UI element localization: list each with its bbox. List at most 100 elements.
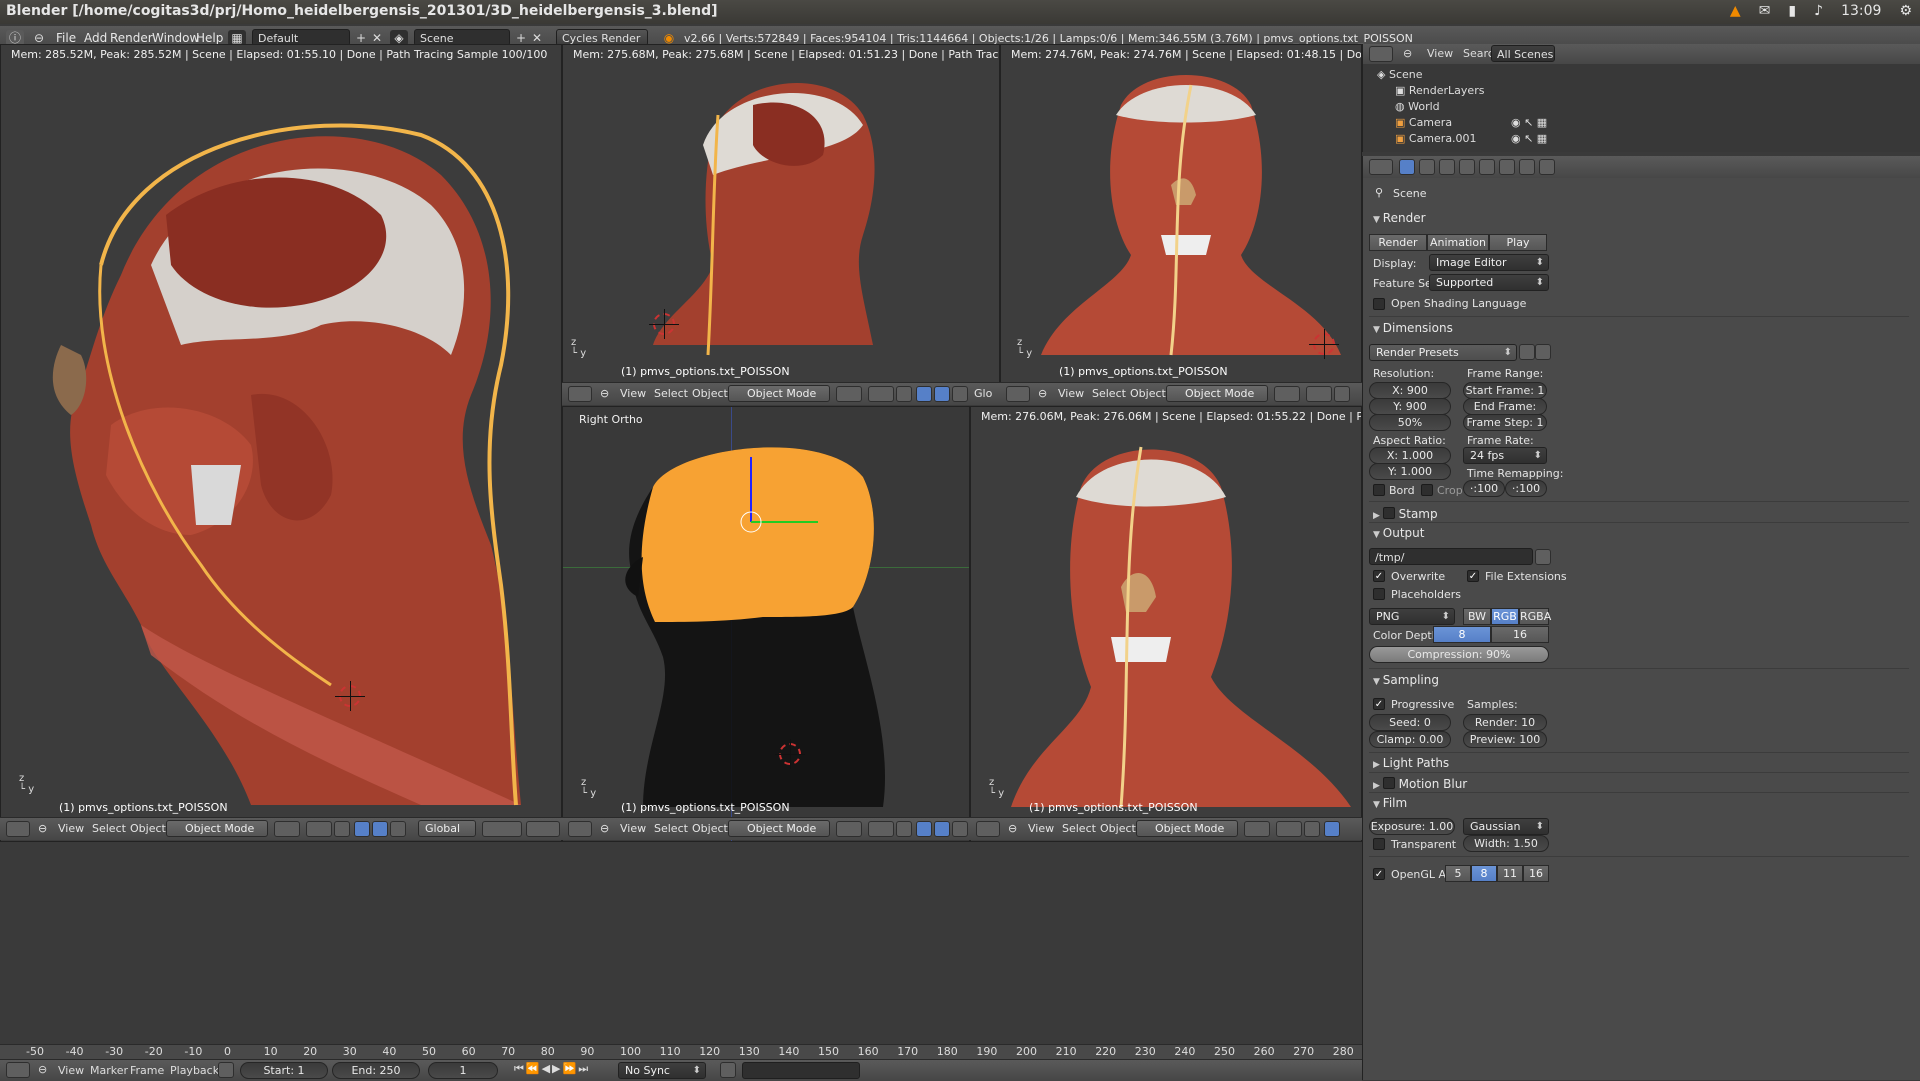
manipulator-toggle-icon[interactable] xyxy=(334,821,350,837)
timeline-menu-playback[interactable]: Playback xyxy=(170,1064,219,1077)
resolution-x-field[interactable]: X: 900 xyxy=(1369,382,1451,399)
output-path-field[interactable]: /tmp/ xyxy=(1369,548,1533,565)
menu-render[interactable]: Render xyxy=(110,31,153,45)
viewport-top-right[interactable]: Mem: 274.76M, Peak: 274.76M | Scene | El… xyxy=(1000,44,1362,384)
panel-sampling-header[interactable]: Sampling xyxy=(1373,673,1439,687)
translate-manipulator-icon[interactable] xyxy=(916,386,932,402)
3d-cursor[interactable] xyxy=(1309,329,1339,359)
menu-view[interactable]: View xyxy=(1058,387,1084,400)
collapse-icon[interactable]: ⊖ xyxy=(1403,47,1412,60)
outliner-item-camera[interactable]: ▣ Camera xyxy=(1395,116,1452,129)
viewport-shading-icon[interactable] xyxy=(1274,386,1300,402)
pivot-point-icon[interactable] xyxy=(306,821,332,837)
placeholders-checkbox[interactable] xyxy=(1373,588,1385,600)
border-checkbox[interactable] xyxy=(1373,484,1385,496)
end-frame-field[interactable]: End Frame: 250 xyxy=(1463,398,1547,429)
clamp-field[interactable]: Clamp: 0.00 xyxy=(1369,731,1451,748)
color-rgba-toggle[interactable]: RGBA xyxy=(1519,608,1551,625)
layers-grid[interactable] xyxy=(482,821,522,837)
panel-light-paths-header[interactable]: Light Paths xyxy=(1373,756,1449,770)
render-tab-icon[interactable] xyxy=(1399,159,1415,175)
render-samples-field[interactable]: Render: 10 xyxy=(1463,714,1547,731)
volume-icon[interactable]: ♪ xyxy=(1814,3,1823,19)
motion-blur-checkbox[interactable] xyxy=(1382,777,1395,789)
pivot-point-icon[interactable] xyxy=(1306,386,1332,402)
seed-field[interactable]: Seed: 0 xyxy=(1369,714,1451,731)
aspect-x-field[interactable]: X: 1.000 xyxy=(1369,447,1451,464)
remove-preset-icon[interactable] xyxy=(1535,344,1551,360)
end-frame-field[interactable]: End: 250 xyxy=(332,1062,420,1079)
stamp-checkbox[interactable] xyxy=(1382,507,1395,519)
editor-type-3dview-icon[interactable] xyxy=(568,821,592,837)
viewport-shading-icon[interactable] xyxy=(836,821,862,837)
3d-cursor[interactable] xyxy=(775,739,805,769)
material-tab-icon[interactable] xyxy=(1539,159,1555,175)
sync-mode-select[interactable]: No Sync xyxy=(618,1062,706,1079)
menu-add[interactable]: Add xyxy=(84,31,107,45)
collapse-icon[interactable]: ⊖ xyxy=(600,387,609,400)
object-tab-icon[interactable] xyxy=(1459,159,1475,175)
viewport-shading-icon[interactable] xyxy=(1244,821,1270,837)
menu-select[interactable]: Select xyxy=(92,822,126,835)
viewport-bottom-right[interactable]: Mem: 276.06M, Peak: 276.06M | Scene | El… xyxy=(970,406,1362,842)
editor-type-properties-icon[interactable] xyxy=(1369,159,1393,175)
scale-manipulator-icon[interactable] xyxy=(952,386,968,402)
data-tab-icon[interactable] xyxy=(1519,159,1535,175)
menu-select[interactable]: Select xyxy=(1062,822,1096,835)
panel-output-header[interactable]: Output xyxy=(1373,526,1425,540)
display-select[interactable]: Image Editor xyxy=(1429,254,1549,271)
visibility-eye-icon[interactable]: ◉ ↖ ▦ xyxy=(1511,116,1547,129)
3d-cursor[interactable] xyxy=(335,681,365,711)
pin-icon[interactable]: ⚲ xyxy=(1375,186,1383,199)
menu-view[interactable]: View xyxy=(1028,822,1054,835)
panel-stamp-header[interactable]: Stamp xyxy=(1373,506,1438,521)
editor-type-timeline-icon[interactable] xyxy=(6,1062,30,1078)
menu-window[interactable]: Window xyxy=(152,31,199,45)
scene-tab-icon[interactable] xyxy=(1419,159,1435,175)
editor-type-3dview-icon[interactable] xyxy=(6,821,30,837)
outliner-item-scene[interactable]: ◈ Scene xyxy=(1377,68,1423,81)
scale-manipulator-icon[interactable] xyxy=(952,821,968,837)
menu-file[interactable]: File xyxy=(56,31,76,45)
menu-object[interactable]: Object xyxy=(1100,822,1136,835)
viewport-left[interactable]: Mem: 285.52M, Peak: 285.52M | Scene | El… xyxy=(0,44,562,842)
animation-button[interactable]: Animation xyxy=(1427,234,1489,251)
rotate-manipulator-icon[interactable] xyxy=(934,386,950,402)
render-button[interactable]: Render xyxy=(1369,234,1427,251)
collapse-icon[interactable]: ⊖ xyxy=(1008,822,1017,835)
menu-select[interactable]: Select xyxy=(654,822,688,835)
translate-manipulator-icon[interactable] xyxy=(916,821,932,837)
manipulator-toggle-icon[interactable] xyxy=(1334,386,1350,402)
playback-controls[interactable]: ⏮⏪◀▶⏩⏭ xyxy=(514,1062,590,1076)
world-tab-icon[interactable] xyxy=(1439,159,1455,175)
viewport-bottom-middle[interactable]: Right Ortho z └ y (1) pmvs_options.txt_PO… xyxy=(562,406,970,842)
start-frame-field[interactable]: Start Frame: 1 xyxy=(1463,382,1547,399)
frame-rate-select[interactable]: 24 fps xyxy=(1463,447,1547,464)
transform-orientation-select[interactable]: Glo xyxy=(974,387,992,400)
modifiers-tab-icon[interactable] xyxy=(1499,159,1515,175)
filter-type-select[interactable]: Gaussian xyxy=(1463,818,1549,835)
panel-dimensions-header[interactable]: Dimensions xyxy=(1373,321,1453,335)
viewport-shading-icon[interactable] xyxy=(274,821,300,837)
menu-select[interactable]: Select xyxy=(654,387,688,400)
manipulator-toggle-icon[interactable] xyxy=(896,386,912,402)
vlc-icon[interactable]: ▲ xyxy=(1730,3,1741,19)
folder-browse-icon[interactable] xyxy=(1535,549,1551,565)
render-presets-select[interactable]: Render Presets xyxy=(1369,344,1517,361)
3d-cursor[interactable] xyxy=(649,309,679,339)
aa-16-toggle[interactable]: 16 xyxy=(1523,865,1549,882)
menu-object[interactable]: Object xyxy=(692,822,728,835)
file-format-select[interactable]: PNG xyxy=(1369,608,1455,625)
panel-motion-blur-header[interactable]: Motion Blur xyxy=(1373,776,1467,791)
filter-width-field[interactable]: Width: 1.50 xyxy=(1463,835,1549,852)
overwrite-checkbox[interactable]: ✓ xyxy=(1373,570,1385,582)
crop-checkbox[interactable] xyxy=(1421,484,1433,496)
network-icon[interactable]: ▮ xyxy=(1788,3,1796,19)
aa-8-toggle[interactable]: 8 xyxy=(1471,865,1497,882)
exposure-field[interactable]: Exposure: 1.00 xyxy=(1369,818,1455,835)
mode-select[interactable]: Object Mode xyxy=(728,385,830,402)
start-frame-field[interactable]: Start: 1 xyxy=(240,1062,328,1079)
collapse-icon[interactable]: ⊖ xyxy=(38,822,47,835)
color-rgb-toggle[interactable]: RGB xyxy=(1491,608,1519,625)
mode-select[interactable]: Object Mode xyxy=(728,820,830,837)
